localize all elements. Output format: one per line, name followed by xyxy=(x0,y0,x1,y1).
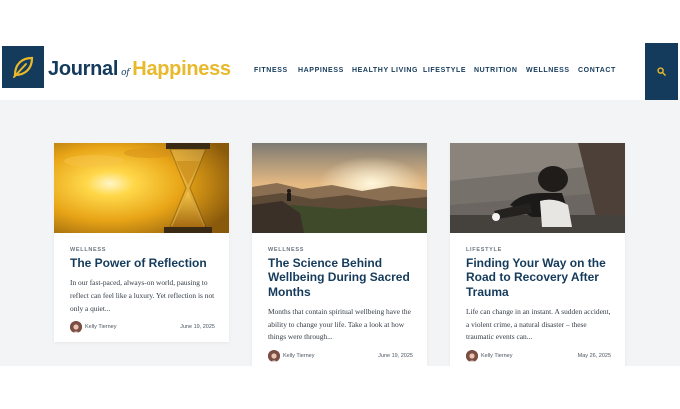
post-card[interactable]: WELLNESS The Power of Reflection In our … xyxy=(54,143,229,342)
post-title[interactable]: Finding Your Way on the Road to Recovery… xyxy=(466,256,613,299)
post-card[interactable]: LIFESTYLE Finding Your Way on the Road t… xyxy=(450,143,625,366)
logo-word-happiness: Happiness xyxy=(132,58,231,80)
nav-lifestyle[interactable]: LIFESTYLE xyxy=(423,66,466,76)
post-date: May 26, 2025 xyxy=(577,353,611,359)
post-card[interactable]: WELLNESS The Science Behind Wellbeing Du… xyxy=(252,143,427,366)
post-meta: Kelly Tierney June 19, 2025 xyxy=(70,321,215,333)
nav-healthy-living[interactable]: HEALTHY LIVING xyxy=(352,66,418,76)
post-excerpt: Months that contain spiritual wellbeing … xyxy=(268,306,411,342)
top-spacer xyxy=(0,0,680,43)
post-category[interactable]: LIFESTYLE xyxy=(466,246,613,254)
author-name[interactable]: Kelly Tierney xyxy=(481,352,513,360)
author-avatar xyxy=(466,350,478,362)
post-category[interactable]: WELLNESS xyxy=(70,246,217,254)
logo-word-of: of xyxy=(121,68,130,78)
post-grid: WELLNESS The Power of Reflection In our … xyxy=(0,100,680,366)
bottom-spacer xyxy=(0,366,680,409)
logo-word-journal: Journal xyxy=(48,58,119,80)
nav-nutrition[interactable]: NUTRITION xyxy=(474,66,518,76)
hourglass-sunset-photo[interactable] xyxy=(54,143,229,233)
site-header: Journal of Happiness FITNESS HAPPINESS HEA… xyxy=(0,43,680,100)
leaf-icon xyxy=(13,56,34,78)
post-excerpt: Life can change in an instant. A sudden … xyxy=(466,306,611,342)
post-date: June 19, 2025 xyxy=(180,324,215,330)
post-title[interactable]: The Power of Reflection xyxy=(70,256,217,270)
nav-happiness[interactable]: HAPPINESS xyxy=(298,66,344,76)
nav-fitness[interactable]: FITNESS xyxy=(254,66,288,76)
post-meta: Kelly Tierney May 26, 2025 xyxy=(466,350,611,362)
post-card-body: WELLNESS The Power of Reflection In our … xyxy=(70,246,217,315)
post-date: June 19, 2025 xyxy=(378,353,413,359)
nav-contact[interactable]: CONTACT xyxy=(578,66,616,76)
search-icon xyxy=(657,67,666,76)
author-avatar xyxy=(268,350,280,362)
search-button[interactable] xyxy=(645,43,678,100)
mountain-sunrise-photo[interactable] xyxy=(252,143,427,233)
post-card-body: LIFESTYLE Finding Your Way on the Road t… xyxy=(466,246,613,344)
post-card-body: WELLNESS The Science Behind Wellbeing Du… xyxy=(268,246,415,344)
author-avatar xyxy=(70,321,82,333)
nav-wellness[interactable]: WELLNESS xyxy=(526,66,570,76)
author-name[interactable]: Kelly Tierney xyxy=(85,323,117,331)
post-title[interactable]: The Science Behind Wellbeing During Sacr… xyxy=(268,256,415,299)
post-category[interactable]: WELLNESS xyxy=(268,246,415,254)
author-name[interactable]: Kelly Tierney xyxy=(283,352,315,360)
post-excerpt: In our fast-paced, always-on world, paus… xyxy=(70,278,215,313)
site-logo-text[interactable]: Journal of Happiness xyxy=(48,55,231,83)
logo-badge[interactable] xyxy=(2,46,44,88)
person-sitting-steps-photo[interactable] xyxy=(450,143,625,233)
post-meta: Kelly Tierney June 19, 2025 xyxy=(268,350,413,362)
